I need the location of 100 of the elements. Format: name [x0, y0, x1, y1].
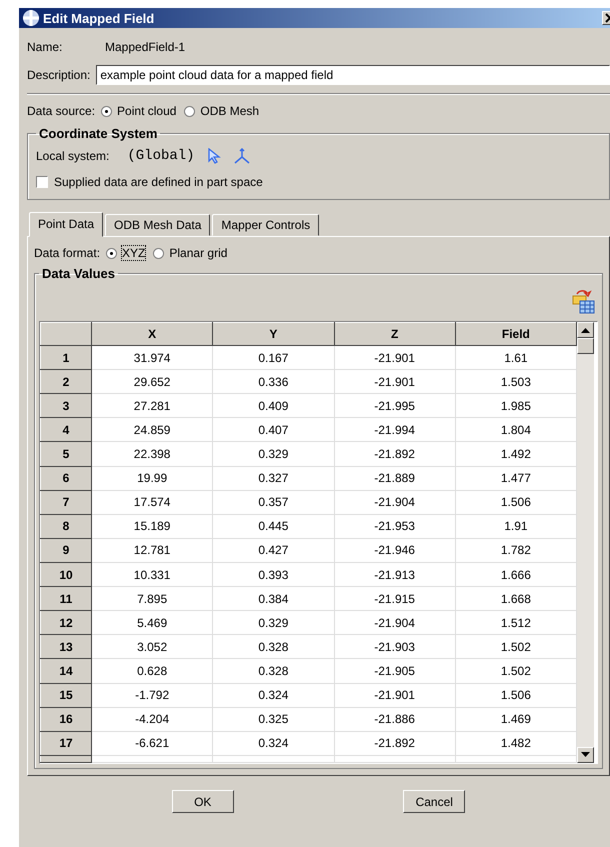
scroll-thumb[interactable]	[577, 338, 594, 354]
table-cell: 0.327	[212, 466, 334, 490]
row-header[interactable]: 11	[40, 586, 92, 611]
row-header[interactable]: 2	[40, 370, 92, 394]
table-cell: -21.904	[334, 610, 456, 635]
row-header[interactable]: 9	[40, 538, 92, 562]
table-cell: -21.946	[334, 538, 456, 562]
row-header[interactable]: 5	[40, 442, 92, 466]
axes-button[interactable]	[232, 148, 251, 164]
select-button[interactable]	[206, 148, 221, 164]
table-cell: 24.859	[92, 418, 213, 442]
data-format-label: Data format:	[34, 246, 100, 260]
scroll-down-icon	[581, 752, 590, 758]
description-field[interactable]: example point cloud data for a mapped field	[96, 65, 610, 85]
row-header[interactable]: 16	[40, 707, 92, 732]
column-header[interactable]: X	[92, 322, 213, 346]
table-cell: 0.329	[212, 610, 334, 635]
row-header[interactable]: 13	[40, 634, 92, 659]
local-system-value: (Global)	[127, 148, 195, 164]
table-cell: 0.167	[212, 346, 334, 370]
window-title: Edit Mapped Field	[43, 10, 154, 26]
tab[interactable]: Point Data	[29, 212, 104, 237]
data-source-label: Data source:	[27, 104, 96, 118]
table-cell: 0.328	[212, 634, 334, 659]
table-cell: 3.052	[92, 634, 213, 659]
row-header[interactable]: 12	[40, 610, 92, 635]
table-cell: 1.666	[455, 562, 576, 587]
table-cell: 0.324	[212, 731, 334, 756]
radio-option[interactable]: XYZ	[106, 246, 146, 260]
row-header[interactable]: 8	[40, 514, 92, 538]
column-header[interactable]: Field	[455, 322, 576, 346]
table-cell: 7.895	[92, 586, 213, 611]
row-header[interactable]: 15	[40, 683, 92, 708]
part-space-checkbox[interactable]: Supplied data are defined in part space	[36, 169, 601, 195]
tab[interactable]: ODB Mesh Data	[105, 214, 210, 236]
cursor-arrow-icon	[206, 148, 221, 164]
table-cell: 1.512	[455, 610, 576, 635]
table-cell: 0.324	[212, 683, 334, 708]
table-cell: 27.281	[92, 394, 213, 418]
table-cell: 1.804	[455, 418, 576, 442]
table-cell: 1.469	[455, 707, 576, 732]
table-cell: 0.329	[212, 442, 334, 466]
table-cell: 1.91	[455, 514, 576, 538]
scroll-up-icon	[581, 327, 590, 333]
row-header[interactable]: 3	[40, 394, 92, 418]
radio-option[interactable]: Point cloud	[101, 104, 176, 118]
table-cell: 22.398	[92, 442, 213, 466]
dialog-button[interactable]: OK	[172, 790, 234, 813]
table-cell: 0.393	[212, 562, 334, 587]
import-button[interactable]	[570, 288, 596, 314]
row-header[interactable]: 1	[40, 346, 92, 370]
description-label: Description:	[27, 68, 90, 82]
table-cell: -21.901	[334, 370, 456, 394]
table-cell: 0.407	[212, 418, 334, 442]
table-cell: 0.445	[212, 514, 334, 538]
table-cell: 17.574	[92, 490, 213, 514]
table-cell: 29.652	[92, 370, 213, 394]
table-cell: 1.506	[455, 683, 576, 708]
table-cell: 15.189	[92, 514, 213, 538]
column-header[interactable]: Z	[334, 322, 456, 346]
axes-icon	[232, 148, 251, 164]
radio-option[interactable]: Planar grid	[153, 246, 228, 260]
name-value: MappedField-1	[105, 40, 186, 54]
table-cell: -21.915	[334, 586, 456, 611]
table-cell: 10.331	[92, 562, 213, 587]
table-cell: 0.628	[92, 658, 213, 684]
row-header[interactable]: 10	[40, 562, 92, 587]
table-cell: 1.492	[455, 442, 576, 466]
table-cell: 1.668	[455, 586, 576, 611]
tab[interactable]: Mapper Controls	[212, 214, 320, 236]
table-cell: 12.781	[92, 538, 213, 562]
table-cell: -21.886	[334, 707, 456, 732]
row-header[interactable]: 7	[40, 490, 92, 514]
name-label: Name:	[27, 40, 64, 54]
table-cell: -21.953	[334, 514, 456, 538]
group-title: Data Values	[41, 266, 116, 281]
dialog-button[interactable]: Cancel	[403, 790, 466, 813]
table-cell: 1.506	[455, 490, 576, 514]
table-cell: -21.901	[334, 346, 456, 370]
table-cell: -6.621	[92, 731, 213, 756]
table-cell: -21.904	[334, 490, 456, 514]
table-cell: 31.974	[92, 346, 213, 370]
row-header[interactable]: 4	[40, 418, 92, 442]
table-cell: 1.477	[455, 466, 576, 490]
table-cell: 0.325	[212, 707, 334, 732]
table-cell: 0.357	[212, 490, 334, 514]
table-cell: -21.995	[334, 394, 456, 418]
table-cell: 1.985	[455, 394, 576, 418]
table-cell: 0.409	[212, 394, 334, 418]
row-header[interactable]: 14	[40, 658, 92, 684]
table-cell: -4.204	[92, 707, 213, 732]
import-table-icon	[570, 288, 596, 314]
row-header[interactable]: 6	[40, 466, 92, 490]
table-cell: -21.892	[334, 442, 456, 466]
scrollbar[interactable]	[577, 322, 594, 763]
table-cell: 1.502	[455, 658, 576, 684]
column-header[interactable]: Y	[212, 322, 334, 346]
table-cell: 5.469	[92, 610, 213, 635]
row-header[interactable]: 17	[40, 731, 92, 756]
radio-option[interactable]: ODB Mesh	[184, 104, 260, 118]
